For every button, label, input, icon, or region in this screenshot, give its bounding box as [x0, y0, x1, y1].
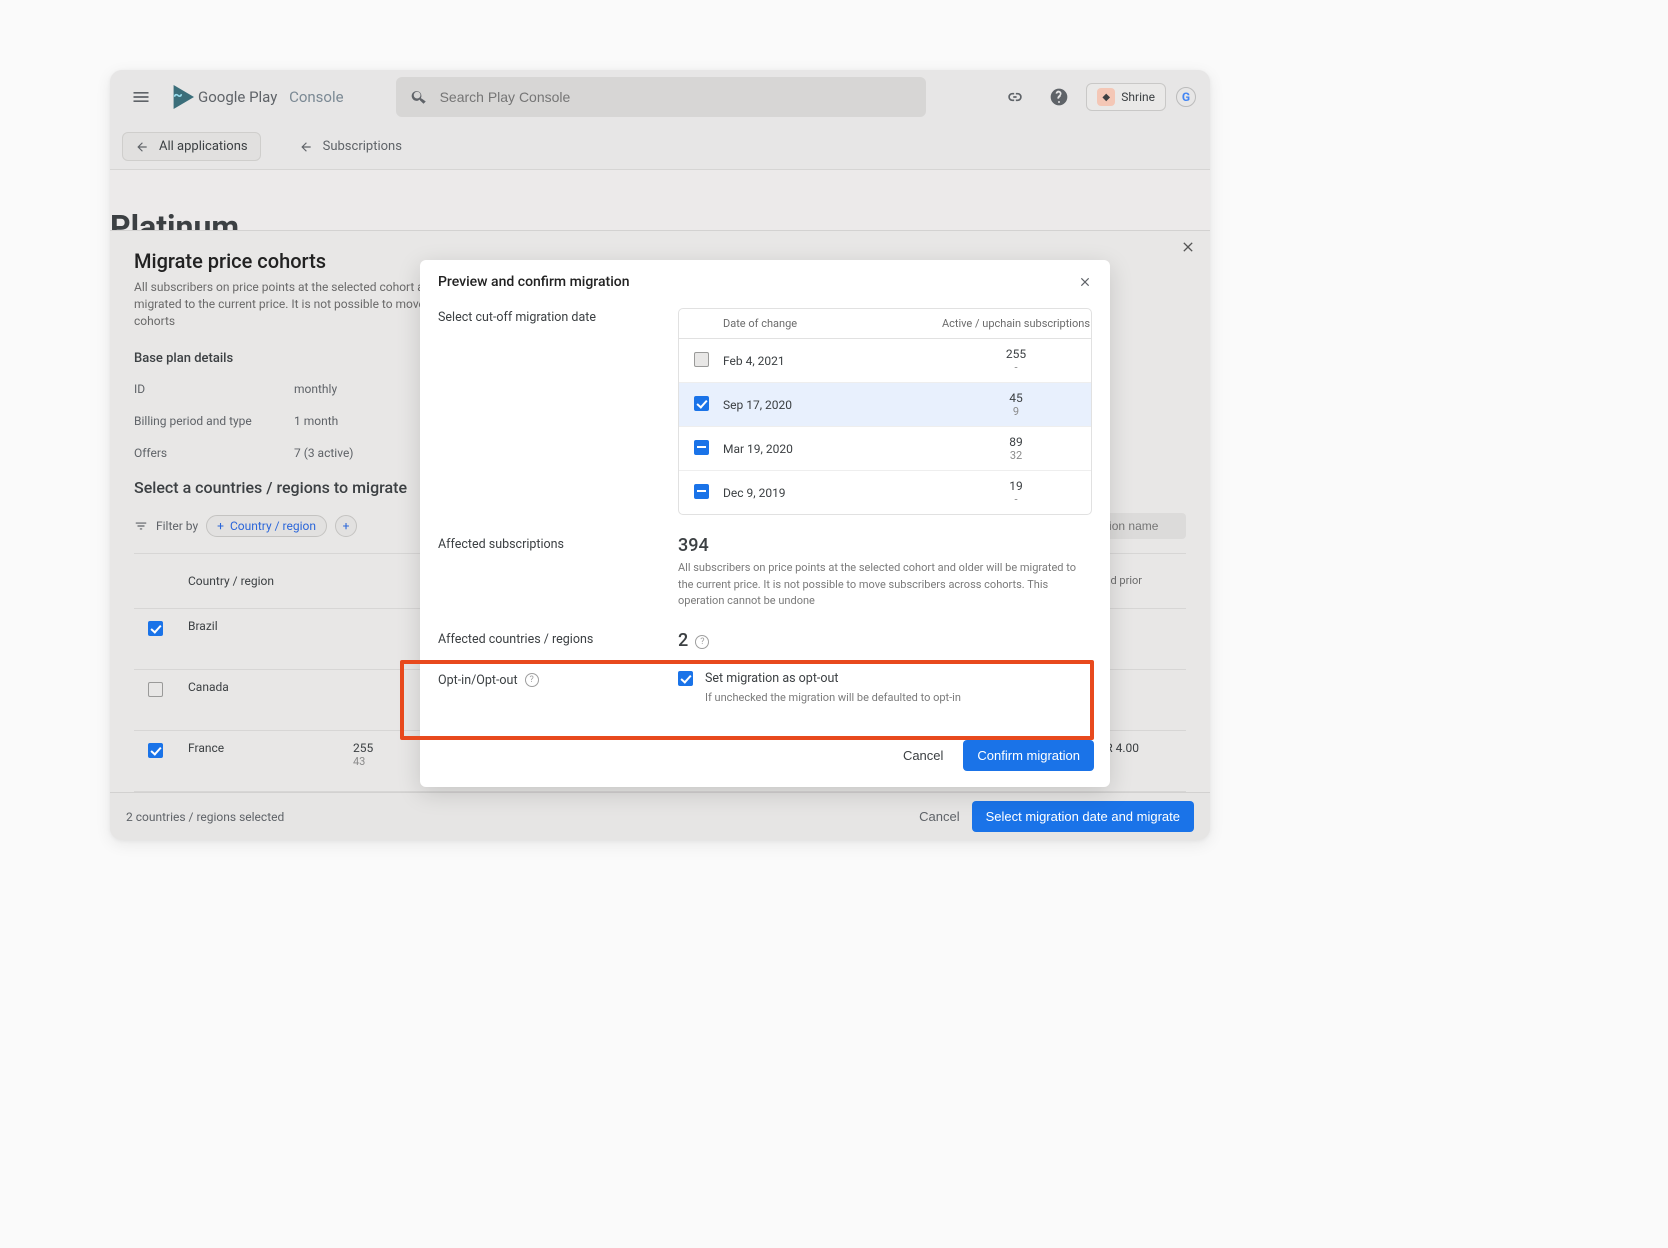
select-migration-button[interactable]: Select migration date and migrate	[972, 801, 1194, 832]
dialog-title: Preview and confirm migration	[438, 274, 630, 290]
cohort-count: 459	[941, 391, 1091, 418]
filter-icon	[134, 519, 148, 533]
top-bar: Google Play Console ◆ Shrine G	[110, 70, 1210, 124]
cohort-row[interactable]: Dec 9, 201919-	[679, 471, 1091, 514]
cohort-count: 19-	[941, 479, 1091, 506]
filter-by-label: Filter by	[156, 519, 198, 533]
brand-text-a: Google Play	[198, 88, 277, 106]
all-apps-button[interactable]: All applications	[122, 132, 261, 161]
play-icon	[170, 85, 194, 109]
bottom-bar: 2 countries / regions selected Cancel Se…	[110, 792, 1210, 840]
country-cell: France	[188, 741, 353, 755]
brand-logo[interactable]: Google Play Console	[170, 85, 344, 109]
aff-subs-label: Affected subscriptions	[438, 535, 678, 552]
search-bar[interactable]	[396, 77, 926, 117]
cohort-date: Feb 4, 2021	[723, 354, 941, 368]
help-icon[interactable]	[1042, 80, 1076, 114]
aff-regions-label: Affected countries / regions	[438, 630, 678, 647]
back-to-subscriptions[interactable]: Subscriptions	[299, 139, 402, 154]
confirm-migration-button[interactable]: Confirm migration	[963, 740, 1094, 771]
gem-icon: ◆	[1097, 88, 1115, 106]
dialog-cancel-button[interactable]: Cancel	[891, 740, 955, 771]
close-icon[interactable]	[1180, 239, 1196, 255]
link-icon[interactable]	[998, 80, 1032, 114]
offers-value: 7 (3 active)	[294, 446, 353, 460]
cohort-row[interactable]: Feb 4, 2021255-	[679, 339, 1091, 383]
col-country: Country / region	[188, 574, 353, 588]
app-name: Shrine	[1121, 90, 1155, 104]
cutoff-label: Select cut-off migration date	[438, 308, 678, 325]
cohort-count: 8932	[941, 435, 1091, 462]
cohort-date: Dec 9, 2019	[723, 486, 941, 500]
billing-value: 1 month	[294, 414, 338, 428]
migration-dialog: Preview and confirm migration Select cut…	[420, 260, 1110, 787]
cohort-hdr-date: Date of change	[723, 317, 941, 330]
row-checkbox[interactable]	[148, 621, 163, 636]
id-value: monthly	[294, 382, 337, 396]
aff-subs-note: All subscribers on price points at the s…	[678, 560, 1092, 610]
cohort-date: Sep 17, 2020	[723, 398, 941, 412]
search-input[interactable]	[440, 89, 912, 105]
cohort-row[interactable]: Sep 17, 2020459	[679, 383, 1091, 427]
cohort-checkbox[interactable]	[694, 440, 709, 455]
row-checkbox[interactable]	[148, 743, 163, 758]
close-dialog-icon[interactable]	[1078, 275, 1092, 289]
brand-text-b: Console	[289, 88, 344, 106]
cohort-checkbox[interactable]	[694, 396, 709, 411]
id-label: ID	[134, 382, 294, 396]
cohort-hdr-active: Active / upchain subscriptions	[941, 317, 1091, 330]
account-avatar[interactable]: G	[1176, 87, 1196, 107]
opt-note: If unchecked the migration will be defau…	[705, 690, 961, 707]
arrow-left-icon	[135, 140, 149, 154]
selection-summary: 2 countries / regions selected	[126, 810, 284, 824]
cohort-checkbox[interactable]	[694, 352, 709, 367]
billing-label: Billing period and type	[134, 414, 294, 428]
all-apps-label: All applications	[159, 139, 248, 154]
chip-add[interactable]: +	[335, 515, 357, 537]
cohort-count: 255-	[941, 347, 1091, 374]
opt-check-label: Set migration as opt-out	[705, 671, 961, 686]
cohort-table: Date of change Active / upchain subscrip…	[678, 308, 1092, 515]
chip-country-region[interactable]: Country / region	[206, 515, 327, 537]
country-cell: Brazil	[188, 619, 353, 633]
search-icon	[410, 88, 428, 106]
country-cell: Canada	[188, 680, 353, 694]
menu-icon[interactable]	[124, 80, 158, 114]
aff-regions-value: 2	[678, 630, 688, 651]
opt-label: Opt-in/Opt-out	[438, 673, 518, 688]
help-icon[interactable]: ?	[695, 635, 709, 649]
cohort-row[interactable]: Mar 19, 20208932	[679, 427, 1091, 471]
cohort-date: Mar 19, 2020	[723, 442, 941, 456]
row-checkbox[interactable]	[148, 682, 163, 697]
opt-out-checkbox[interactable]	[678, 671, 693, 686]
second-nav: All applications Subscriptions	[110, 124, 1210, 170]
help-icon[interactable]: ?	[525, 673, 539, 687]
subscriptions-label: Subscriptions	[323, 139, 402, 154]
cohort-checkbox[interactable]	[694, 484, 709, 499]
aff-subs-value: 394	[678, 535, 1092, 556]
offers-label: Offers	[134, 446, 294, 460]
app-chip[interactable]: ◆ Shrine	[1086, 83, 1166, 111]
arrow-left-icon	[299, 140, 313, 154]
cancel-button[interactable]: Cancel	[907, 801, 971, 832]
